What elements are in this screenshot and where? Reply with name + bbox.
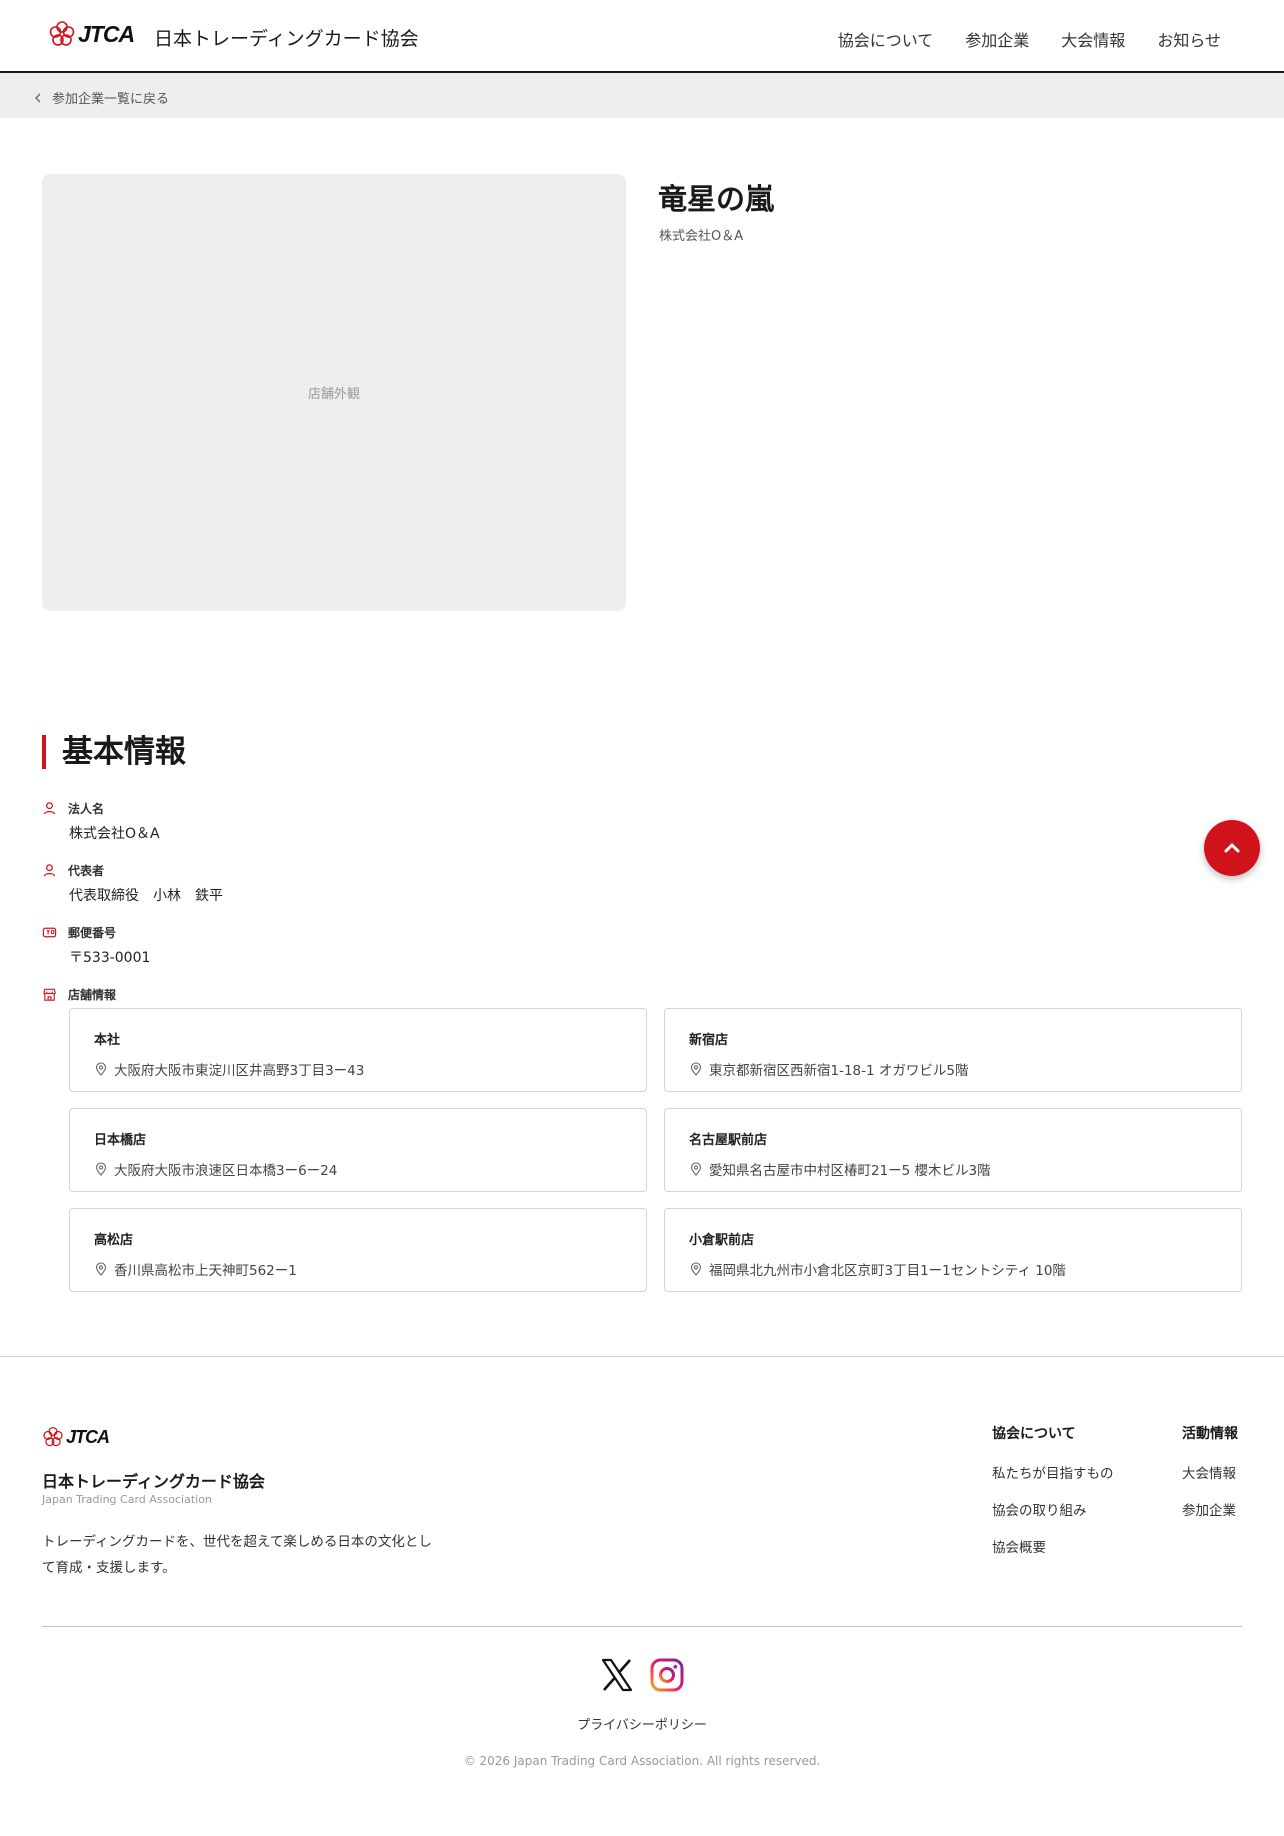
store-card-name: 小倉駅前店 <box>689 1233 755 1248</box>
chevron-left-icon <box>35 93 41 102</box>
store-card-name: 新宿店 <box>689 1033 729 1048</box>
footer-col-about: 協会について 私たちが目指すもの 協会の取り組み 協会概要 <box>992 1423 1114 1573</box>
corporate-label-text: 法人名 <box>68 802 105 816</box>
shop-icon <box>43 988 56 1001</box>
basic-info-title: 基本情報 <box>42 735 186 769</box>
footer-col-heading: 協会について <box>992 1426 1076 1442</box>
instagram-icon[interactable] <box>650 1658 684 1692</box>
footer-org-name-en: Japan Trading Card Association <box>42 1493 212 1506</box>
logo-wordmark: JTCA <box>78 20 135 47</box>
nav-item-about[interactable]: 協会について <box>838 27 934 51</box>
copyright: © 2026 Japan Trading Card Association. A… <box>463 1754 821 1768</box>
footer-link-overview[interactable]: 協会概要 <box>992 1536 1114 1556</box>
store-info-label: 店舗情報 <box>42 986 116 1003</box>
corporate-name-label: 法人名 <box>42 800 104 817</box>
map-pin-icon <box>690 1162 702 1176</box>
nav-item-members[interactable]: 参加企業 <box>965 27 1029 51</box>
store-card-address: 愛知県名古屋市中村区椿町21ー5 櫻木ビル3階 <box>689 1159 1217 1179</box>
store-card-address: 東京都新宿区西新宿1-18-1 オガワビル5階 <box>689 1059 1217 1079</box>
postal-card-icon <box>42 927 57 938</box>
store-card: 高松店 香川県高松市上天神町562ー1 <box>69 1208 647 1292</box>
postal-code-value: 〒533-0001 <box>69 950 151 966</box>
store-card-name: 本社 <box>94 1033 121 1048</box>
store-list: 本社 大阪府大阪市東淀川区井高野3丁目3ー43 新宿店 東京都新宿区西新宿1-1… <box>69 1008 1243 1292</box>
person-icon <box>43 864 56 877</box>
logo-flower-icon <box>43 1426 63 1447</box>
back-to-top-button[interactable] <box>1204 820 1260 876</box>
store-card-name: 日本橋店 <box>94 1133 147 1148</box>
store-card: 日本橋店 大阪府大阪市浪速区日本橋3ー6ー24 <box>69 1108 647 1192</box>
site-title[interactable]: 日本トレーディングカード協会 <box>154 24 419 51</box>
x-logo-icon[interactable] <box>600 1658 634 1692</box>
store-card-address: 大阪府大阪市浪速区日本橋3ー6ー24 <box>94 1159 622 1179</box>
store-card-address: 大阪府大阪市東淀川区井高野3丁目3ー43 <box>94 1059 622 1079</box>
store-card: 新宿店 東京都新宿区西新宿1-18-1 オガワビル5階 <box>664 1008 1242 1092</box>
corporate-name-value: 株式会社O＆A <box>69 826 160 842</box>
store-photo-placeholder: 店舗外観 <box>42 174 626 611</box>
footer-description: トレーディングカードを、世代を超えて楽しめる日本の文化として育成・支援します。 <box>42 1534 432 1576</box>
footer-col-activities: 活動情報 大会情報 参加企業 <box>1182 1423 1238 1536</box>
store-card: 本社 大阪府大阪市東淀川区井高野3丁目3ー43 <box>69 1008 647 1092</box>
store-card: 小倉駅前店 福岡県北九州市小倉北区京町3丁目1ー1セントシティ 10階 <box>664 1208 1242 1292</box>
nav-item-tournaments[interactable]: 大会情報 <box>1061 27 1125 51</box>
representative-label-text: 代表者 <box>68 864 105 878</box>
store-card-name: 名古屋駅前店 <box>689 1133 768 1148</box>
store-card-name: 高松店 <box>94 1233 134 1248</box>
store-card-address: 香川県高松市上天神町562ー1 <box>94 1259 622 1279</box>
footer-top-border <box>0 1356 1284 1357</box>
store-card-address-text: 大阪府大阪市浪速区日本橋3ー6ー24 <box>114 1163 338 1179</box>
store-card-address-text: 大阪府大阪市東淀川区井高野3丁目3ー43 <box>114 1063 365 1079</box>
postal-label-text: 郵便番号 <box>68 926 117 940</box>
store-card: 名古屋駅前店 愛知県名古屋市中村区椿町21ー5 櫻木ビル3階 <box>664 1108 1242 1192</box>
chevron-up-icon <box>1224 843 1240 853</box>
photo-placeholder-label: 店舗外観 <box>307 387 360 402</box>
store-card-address-text: 福岡県北九州市小倉北区京町3丁目1ー1セントシティ 10階 <box>709 1263 1066 1279</box>
store-card-address-text: 愛知県名古屋市中村区椿町21ー5 櫻木ビル3階 <box>709 1163 991 1179</box>
map-pin-icon <box>95 1162 107 1176</box>
person-icon <box>43 802 56 815</box>
store-info-label-text: 店舗情報 <box>68 988 117 1002</box>
header-logo[interactable]: JTCA <box>48 20 135 48</box>
footer-col-heading: 活動情報 <box>1182 1426 1238 1442</box>
store-card-address-text: 東京都新宿区西新宿1-18-1 オガワビル5階 <box>709 1063 969 1079</box>
site-header: JTCA 日本トレーディングカード協会 協会について 参加企業 大会情報 お知ら… <box>0 0 1284 73</box>
nav-item-news[interactable]: お知らせ <box>1157 27 1221 51</box>
map-pin-icon <box>690 1062 702 1076</box>
footer-link-members[interactable]: 参加企業 <box>1182 1499 1238 1519</box>
map-pin-icon <box>95 1062 107 1076</box>
main-nav: 協会について 参加企業 大会情報 お知らせ <box>838 27 1221 51</box>
map-pin-icon <box>95 1262 107 1276</box>
footer-logo-wordmark: JTCA <box>66 1426 110 1447</box>
footer-link-tournaments[interactable]: 大会情報 <box>1182 1462 1238 1482</box>
store-card-address-text: 香川県高松市上天神町562ー1 <box>114 1263 297 1279</box>
back-link-label: 参加企業一覧に戻る <box>52 92 170 107</box>
breadcrumb-bar: 参加企業一覧に戻る <box>0 73 1284 118</box>
footer-link-vision[interactable]: 私たちが目指すもの <box>992 1462 1114 1482</box>
postal-code-label: 郵便番号 <box>42 924 116 941</box>
representative-label: 代表者 <box>42 862 104 879</box>
footer-org-name: 日本トレーディングカード協会 <box>42 1472 265 1491</box>
privacy-policy-link[interactable]: プライバシーポリシー <box>0 1714 1284 1733</box>
social-links <box>600 1658 684 1692</box>
store-name: 竜星の嵐 <box>658 182 775 216</box>
representative-value: 代表取締役 小林 鉄平 <box>69 888 223 904</box>
map-pin-icon <box>690 1262 702 1276</box>
footer-divider <box>42 1626 1242 1627</box>
back-to-members-link[interactable]: 参加企業一覧に戻る <box>34 88 169 107</box>
store-card-address: 福岡県北九州市小倉北区京町3丁目1ー1セントシティ 10階 <box>689 1259 1217 1279</box>
logo-flower-icon <box>49 21 75 46</box>
footer-logo[interactable]: JTCA <box>42 1426 110 1448</box>
footer-link-initiatives[interactable]: 協会の取り組み <box>992 1499 1114 1519</box>
company-name: 株式会社O＆A <box>659 229 744 244</box>
